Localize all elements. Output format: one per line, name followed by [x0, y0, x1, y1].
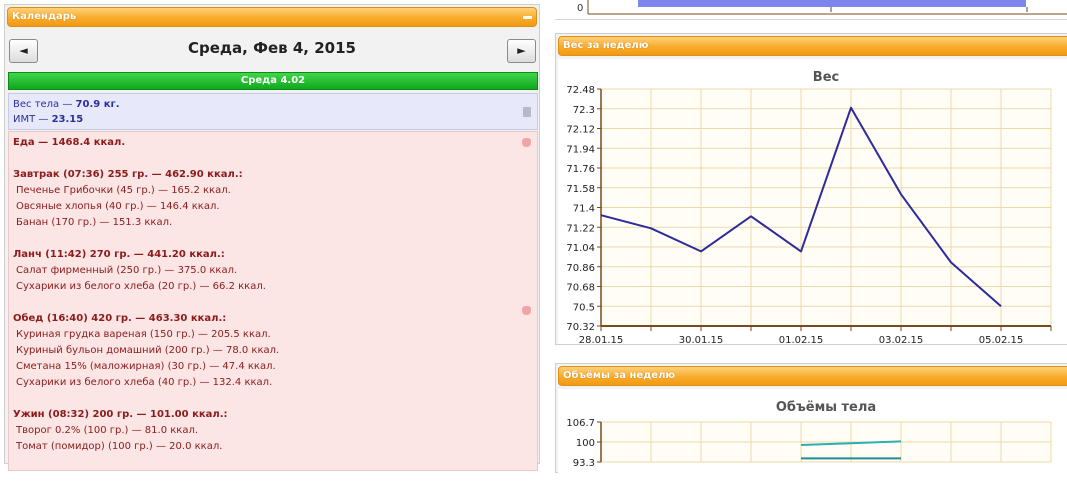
body-weight-block[interactable]: Вес тела — 70.9 кг. ИМТ — 23.15 [8, 93, 538, 130]
meal-item: Печенье Грибочки (45 гр.) — 165.2 ккал. [16, 185, 231, 196]
volume-panel-header: Объёмы за неделю [558, 366, 1067, 386]
x-tick-label: 01.02.15 [779, 335, 824, 344]
y-tick-label: 70.86 [566, 263, 595, 274]
date-navigation: ◄ Среда, Фев 4, 2015 ► [5, 31, 539, 71]
calendar-title: Календарь [12, 11, 77, 22]
y-tick-label: 72.48 [566, 85, 595, 96]
y-tick-label: 71.04 [566, 243, 595, 254]
y-tick-label: 71.22 [566, 223, 595, 234]
volume-chart: Объёмы тела 106.7 100 93.3 [566, 400, 1052, 469]
top-chart-fragment: 0 [555, 0, 1067, 20]
y-tick-label: 70.68 [566, 283, 595, 294]
x-tick-label: 28.01.15 [579, 335, 624, 344]
collapse-icon[interactable] [523, 16, 532, 19]
weight-label: Вес тела — [13, 99, 76, 110]
weight-panel-title: Вес за неделю [563, 40, 649, 51]
x-tick-label: 05.02.15 [979, 335, 1024, 344]
hand-pointer-icon[interactable] [522, 306, 531, 315]
volume-panel-title: Объёмы за неделю [563, 370, 676, 381]
y-tick-label: 93.3 [573, 458, 595, 469]
y-tick-label: 106.7 [566, 418, 595, 429]
meal-item: Сметана 15% (маложирная) (30 гр.) — 47.4… [16, 361, 276, 372]
weight-chart-area: Вес 72.48 72.3 72.12 71.94 71.76 71.58 71.4 71.2… [558, 59, 1067, 346]
y-tick-label: 71.58 [566, 184, 595, 195]
meal-item: Сухарики из белого хлеба (20 гр.) — 66.2… [16, 281, 266, 292]
y-tick-label: 71.76 [566, 164, 595, 175]
calendar-panel: Календарь ◄ Среда, Фев 4, 2015 ► Среда 4… [4, 4, 540, 471]
day-header: Среда 4.02 [8, 72, 538, 90]
food-block: Еда — 1468.4 ккал. Завтрак (07:36) 255 г… [8, 131, 538, 471]
prev-day-button[interactable]: ◄ [9, 39, 38, 63]
hand-pointer-icon[interactable] [522, 138, 531, 147]
y-tick-label: 72.3 [573, 105, 595, 116]
y-tick-label: 70.5 [573, 302, 595, 313]
y-tick-label: 71.4 [573, 204, 595, 215]
meal-title[interactable]: Завтрак (07:36) 255 гр. — 462.90 ккал.: [13, 167, 537, 183]
current-date: Среда, Фев 4, 2015 [188, 39, 356, 57]
meal-item: Овсяные хлопья (40 гр.) — 146.4 ккал. [16, 201, 220, 212]
top-chart-tick: 0 [577, 3, 583, 14]
meal-item: Сухарики из белого хлеба (40 гр.) — 132.… [16, 377, 273, 388]
meal-item: Салат фирменный (250 гр.) — 375.0 ккал. [16, 265, 238, 276]
bmi-value: 23.15 [51, 114, 84, 125]
y-tick-label: 72.12 [566, 125, 595, 136]
x-tick-label: 03.02.15 [879, 335, 924, 344]
weight-panel-header: Вес за неделю [558, 36, 1067, 56]
bmi-label: ИМТ — [13, 114, 52, 125]
chart-title: Объёмы тела [776, 400, 876, 415]
trash-icon[interactable] [523, 107, 531, 117]
weight-chart: Вес 72.48 72.3 72.12 71.94 71.76 71.58 71.4 71.2… [566, 70, 1052, 346]
volume-panel: Объёмы за неделю Объёмы тела 106.7 100 93.3 [555, 363, 1067, 479]
meal-title[interactable]: Обед (16:40) 420 гр. — 463.30 ккал.: [13, 311, 537, 327]
meal-item: Творог 0.2% (100 гр.) — 81.0 ккал. [16, 425, 199, 436]
meal-item: Куриный бульон домашний (200 гр.) — 78.0… [16, 345, 280, 356]
meal-item: Банан (170 гр.) — 151.3 ккал. [16, 217, 173, 228]
food-total: Еда — 1468.4 ккал. [13, 137, 126, 148]
weight-value: 70.9 кг. [75, 99, 120, 110]
x-tick-label: 30.01.15 [679, 335, 724, 344]
y-tick-label: 100 [576, 438, 595, 449]
meal-item: Томат (помидор) (100 гр.) — 20.0 ккал. [16, 441, 223, 452]
volume-chart-area: Объёмы тела 106.7 100 93.3 [558, 389, 1067, 479]
weight-panel: Вес за неделю Вес 72.48 72.3 72.12 71.94 71.7… [555, 33, 1067, 346]
meal-title[interactable]: Ужин (08:32) 200 гр. — 101.00 ккал.: [13, 407, 537, 423]
meal-item: Куриная грудка вареная (150 гр.) — 205.5… [16, 329, 271, 340]
chart-title: Вес [813, 70, 839, 85]
meal-title[interactable]: Ланч (11:42) 270 гр. — 441.20 ккал.: [13, 247, 537, 263]
top-chart-svg: 0 [577, 0, 1067, 15]
y-tick-label: 71.94 [566, 144, 595, 155]
calendar-header: Календарь [7, 7, 537, 27]
y-tick-label: 70.32 [566, 322, 595, 333]
top-chart-bar [638, 0, 1026, 7]
next-day-button[interactable]: ► [507, 39, 536, 63]
